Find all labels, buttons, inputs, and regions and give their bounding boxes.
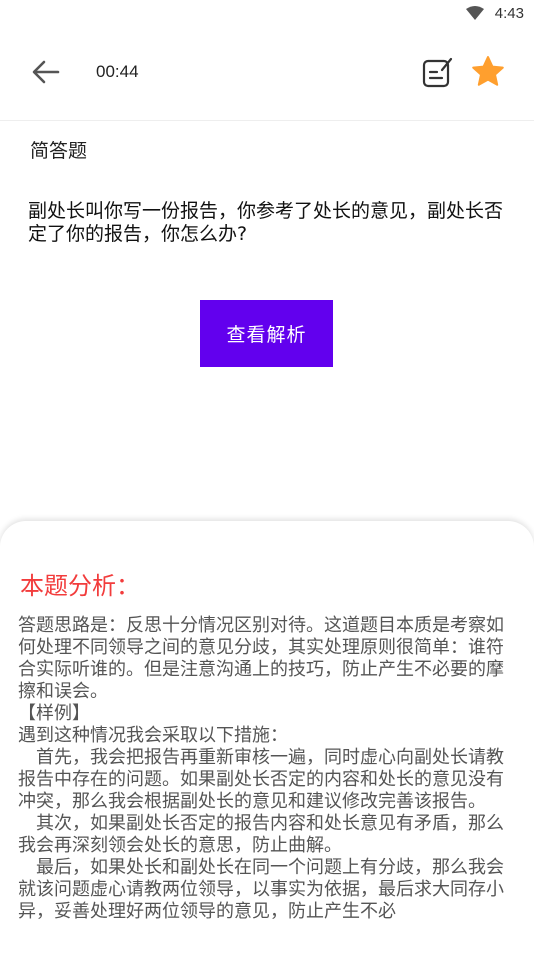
- view-analysis-button[interactable]: 查看解析: [200, 300, 333, 367]
- star-icon: [472, 56, 504, 86]
- analysis-panel: 本题分析： 答题思路是：反思十分情况区别对待。这道题目本质是考察如何处理不同领导…: [0, 521, 534, 961]
- analysis-title: 本题分析：: [20, 572, 140, 600]
- question-text: 副处长叫你写一份报告，你参考了处长的意见，副处长否定了你的报告，你怎么办?: [28, 200, 504, 245]
- elapsed-timer: 00:44: [96, 62, 139, 81]
- analysis-paragraph: 答题思路是：反思十分情况区别对待。这道题目本质是考察如何处理不同领导之间的意见分…: [18, 615, 504, 702]
- status-time: 4:43: [494, 5, 524, 22]
- favorite-button[interactable]: [470, 54, 506, 90]
- analysis-paragraph: 【样例】: [18, 703, 90, 724]
- wifi-icon: [466, 6, 484, 20]
- answer-sheet-button[interactable]: [420, 56, 454, 90]
- note-edit-icon: [422, 57, 453, 88]
- top-app-bar: 00:44: [0, 30, 534, 121]
- analysis-body: 答题思路是：反思十分情况区别对待。这道题目本质是考察如何处理不同领导之间的意见分…: [18, 615, 514, 923]
- analysis-paragraph: 首先，我会把报告再重新审核一遍，同时虚心向副处长请教报告中存在的问题。如果副处长…: [18, 747, 504, 812]
- analysis-paragraph: 其次，如果副处长否定的报告内容和处长意见有矛盾，那么我会再深刻领会处长的意思，防…: [18, 813, 504, 856]
- arrow-left-icon: [32, 60, 60, 84]
- question-type-label: 简答题: [30, 140, 88, 162]
- status-bar: 4:43: [0, 0, 534, 30]
- back-button[interactable]: [28, 56, 64, 88]
- analysis-paragraph: 遇到这种情况我会采取以下措施：: [18, 725, 288, 746]
- analysis-paragraph: 最后，如果处长和副处长在同一个问题上有分歧，那么我会就该问题虚心请教两位领导，以…: [18, 857, 504, 922]
